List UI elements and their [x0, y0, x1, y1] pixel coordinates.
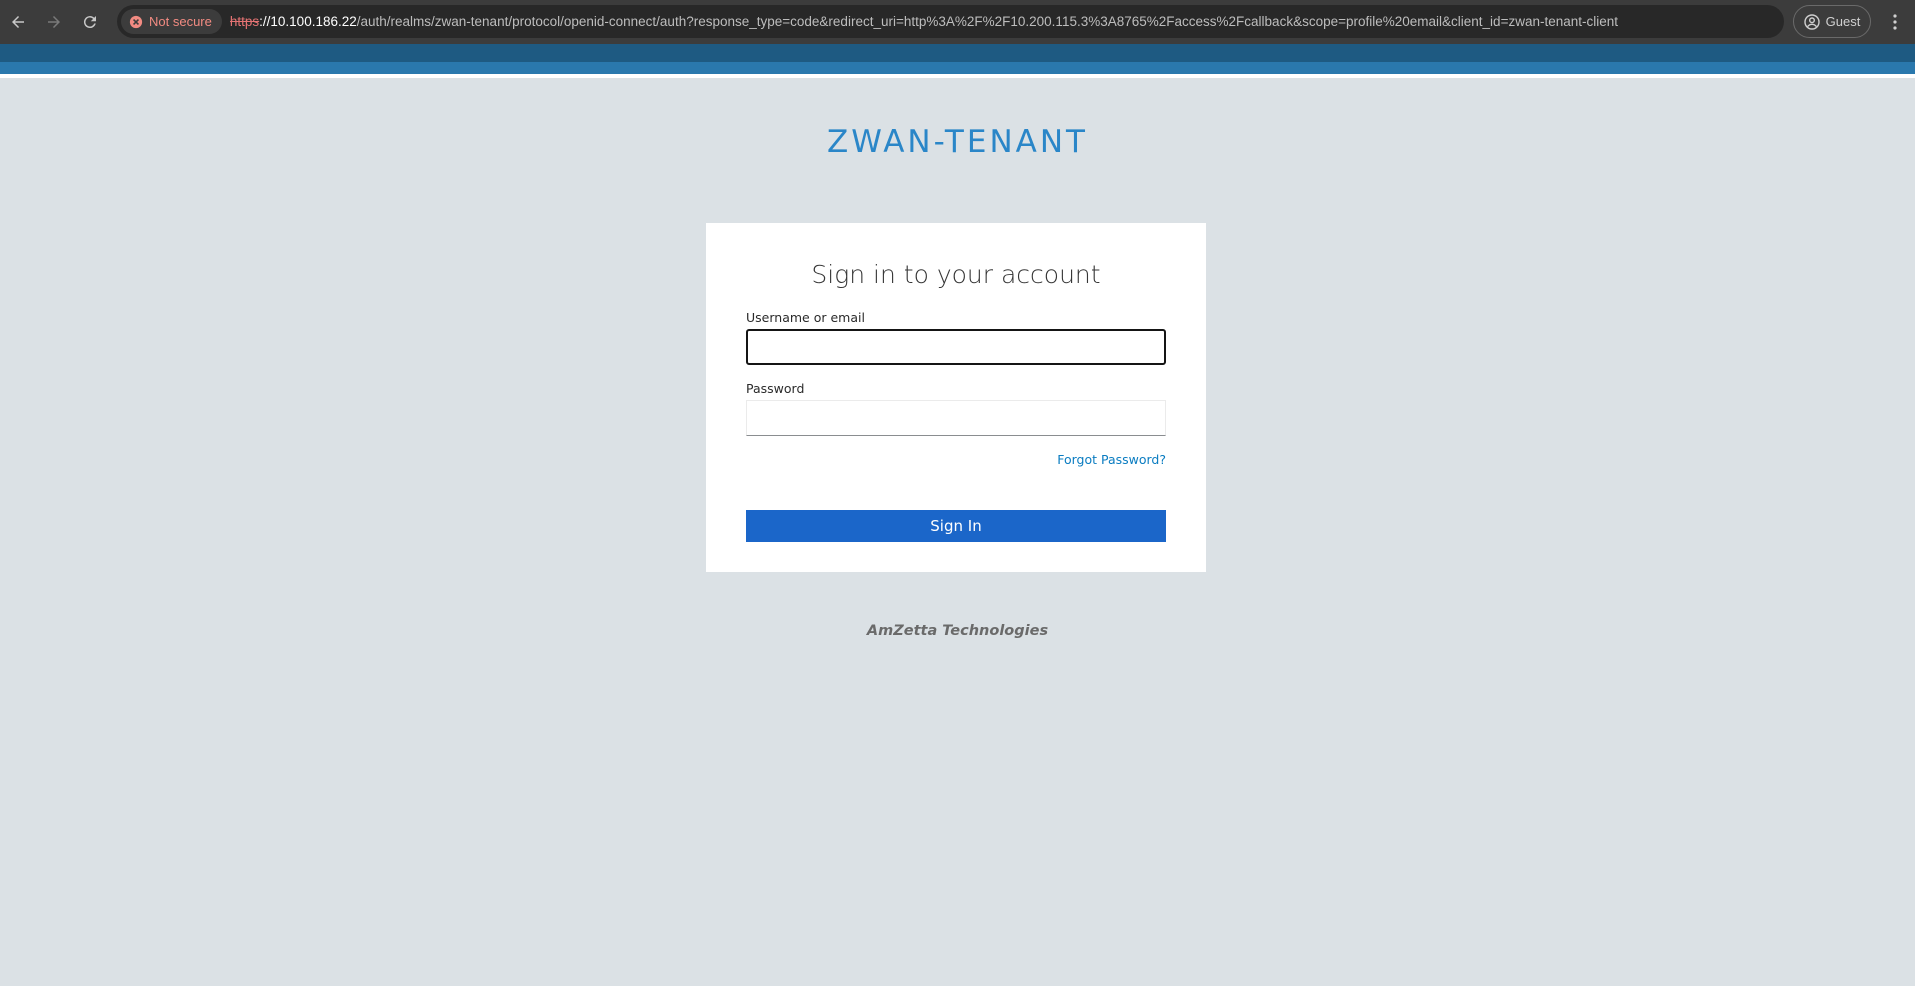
header-divider — [0, 74, 1915, 78]
profile-label: Guest — [1825, 14, 1861, 29]
login-card: Sign in to your account Username or emai… — [706, 223, 1206, 572]
reload-icon — [83, 16, 96, 29]
url-host: ://10.100.186.22 — [259, 14, 357, 29]
sign-in-button[interactable]: Sign In — [746, 510, 1166, 542]
vertical-dots-icon — [1893, 14, 1897, 30]
arrow-right-icon — [48, 16, 60, 28]
password-label: Password — [746, 381, 805, 396]
login-heading: Sign in to your account — [811, 260, 1101, 289]
username-label: Username or email — [746, 310, 865, 325]
address-bar[interactable]: Not secure https://10.100.186.22/auth/re… — [117, 5, 1784, 38]
forgot-password-link[interactable]: Forgot Password? — [1057, 452, 1166, 467]
url-text[interactable]: https://10.100.186.22/auth/realms/zwan-t… — [230, 14, 1618, 29]
password-input[interactable] — [746, 400, 1166, 436]
security-indicator[interactable]: Not secure — [121, 9, 222, 34]
url-path: /auth/realms/zwan-tenant/protocol/openid… — [356, 14, 1619, 29]
browser-menu-button[interactable] — [1880, 4, 1910, 40]
realm-title: ZWAN-TENANT — [827, 124, 1088, 160]
profile-button[interactable]: Guest — [1793, 5, 1871, 38]
browser-toolbar: Not secure https://10.100.186.22/auth/re… — [0, 0, 1915, 44]
arrow-left-icon — [12, 16, 24, 28]
reload-button[interactable] — [72, 4, 108, 40]
header-band — [0, 44, 1915, 62]
url-scheme: https — [229, 14, 260, 29]
back-button[interactable] — [0, 4, 36, 40]
username-input[interactable] — [746, 329, 1166, 365]
warning-circle-icon — [129, 15, 143, 28]
forward-button[interactable] — [36, 4, 72, 40]
header-band-accent — [0, 62, 1915, 74]
security-label: Not secure — [149, 14, 212, 29]
person-circle-icon — [1803, 13, 1820, 30]
footer-brand: AmZetta Technologies — [866, 623, 1049, 639]
